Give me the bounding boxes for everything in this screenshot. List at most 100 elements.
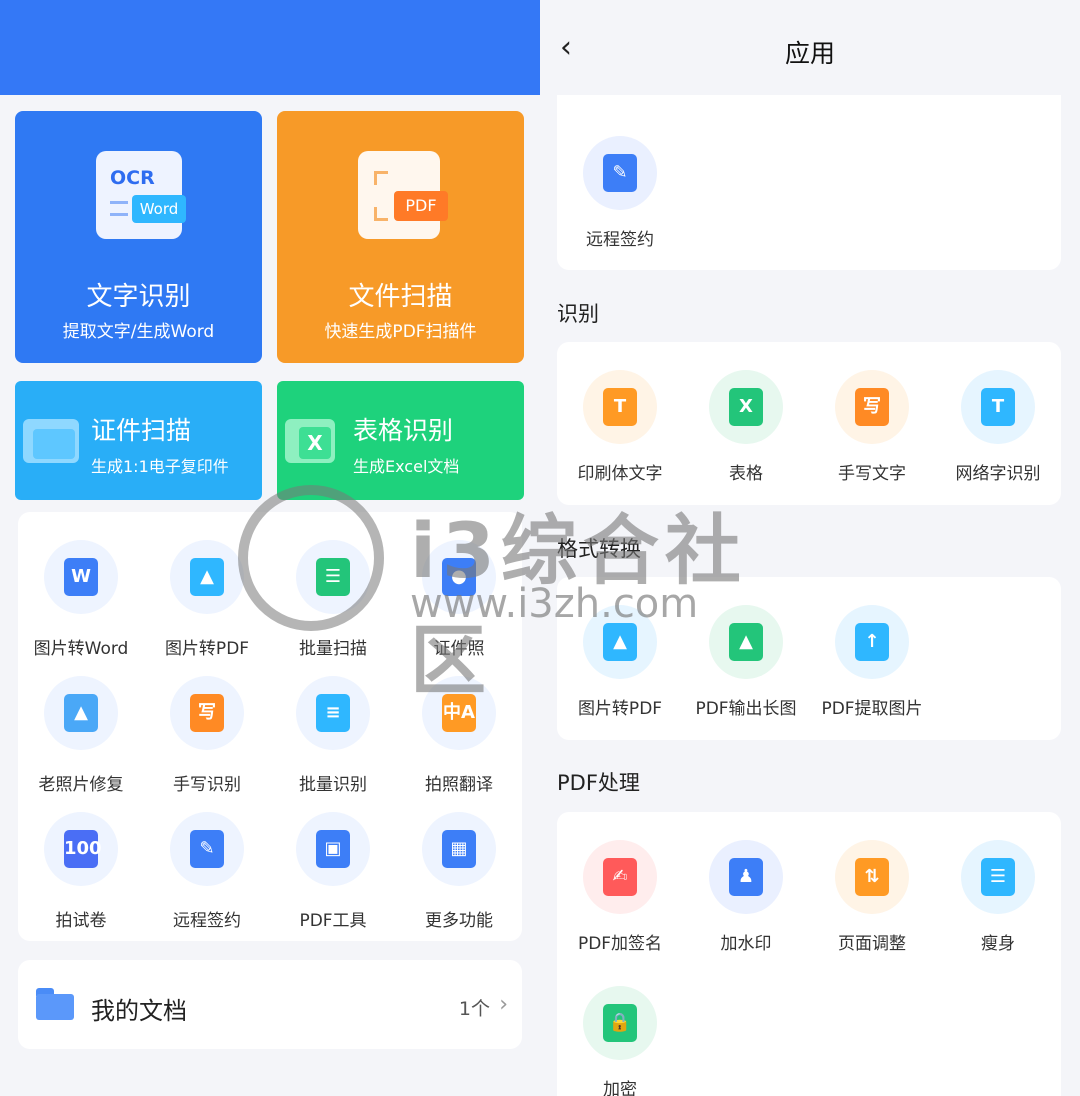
scan-card[interactable]: PDF 文件扫描 快速生成PDF扫描件 — [277, 111, 524, 363]
tool-icon: 100 — [44, 812, 118, 886]
app-icon: T — [583, 370, 657, 444]
app-icon: ✎ — [583, 136, 657, 210]
tool-label: PDF工具 — [299, 911, 367, 931]
app-icon-glyph: ♟ — [729, 858, 763, 896]
tool-item[interactable]: 100 拍试卷 — [18, 788, 144, 931]
section-card-conversion: ▲ 图片转PDF ▲ PDF输出长图 ↑ PDF提取图片 — [557, 577, 1061, 740]
nav-bar: ‹ 应用 — [540, 0, 1080, 95]
app-icon: ♟ — [709, 840, 783, 914]
app-label: 网络字识别 — [955, 464, 1041, 484]
app-item[interactable]: 写手写文字 — [809, 342, 935, 484]
tool-icon: ≡ — [296, 676, 370, 750]
app-label: 表格 — [729, 464, 763, 484]
app-icon: ↑ — [835, 605, 909, 679]
app-icon-glyph: 写 — [855, 388, 889, 426]
home-panel: OCR Word 文字识别 提取文字/生成Word PDF 文件扫描 快速生成P… — [0, 0, 540, 1096]
section-card-pdf: ✍ PDF加签名 ♟ 加水印 ⇅ 页面调整 ☰ 瘦身 🔒 加密 — [557, 812, 1061, 1096]
tool-icon: ▲ — [44, 676, 118, 750]
id-scan-card[interactable]: 证件扫描 生成1:1电子复印件 — [15, 381, 262, 500]
app-icon-glyph: ↑ — [855, 623, 889, 661]
ocr-word-icon: OCR Word — [96, 151, 186, 239]
my-documents-title: 我的文档 — [91, 997, 187, 1025]
app-item[interactable]: ✎ 远程签约 — [557, 108, 683, 250]
app-item[interactable]: T 网络字识别 — [935, 342, 1061, 484]
tool-icon-glyph: 中A — [442, 694, 476, 732]
app-icon: 🔒 — [583, 986, 657, 1060]
app-item[interactable]: ↑ PDF提取图片 — [809, 577, 935, 719]
tool-icon: ▣ — [296, 812, 370, 886]
page-title: 应用 — [784, 39, 835, 68]
tool-icon: 中A — [422, 676, 496, 750]
card-subtitle: 生成Excel文档 — [353, 457, 460, 476]
tool-icon-glyph: 100 — [64, 830, 102, 868]
app-item[interactable]: T 印刷体文字 — [557, 342, 683, 484]
table-ocr-card[interactable]: X 表格识别 生成Excel文档 — [277, 381, 524, 500]
app-label: 瘦身 — [981, 934, 1015, 954]
tool-item[interactable]: ▦ 更多功能 — [396, 788, 522, 931]
app-icon-glyph: X — [729, 388, 763, 426]
app-screen: OCR Word 文字识别 提取文字/生成Word PDF 文件扫描 快速生成P… — [0, 0, 1080, 1096]
app-item[interactable]: ▲ 图片转PDF — [557, 577, 683, 719]
app-label: PDF加签名 — [577, 934, 663, 954]
tool-label: 更多功能 — [425, 911, 493, 931]
app-item[interactable]: ✍ PDF加签名 — [557, 812, 683, 954]
apps-panel: 老照片修复拍照翻译拍照识物拍试卷✎远程签约 ‹ 应用 识别 T印刷体文字X表格写… — [540, 0, 1080, 1096]
app-icon: 写 — [835, 370, 909, 444]
tool-item[interactable]: W 图片转Word — [18, 516, 144, 659]
app-icon: ✍ — [583, 840, 657, 914]
tool-item[interactable]: ≡ 批量识别 — [270, 652, 396, 795]
tool-item[interactable]: ▲ 图片转PDF — [144, 516, 270, 659]
tool-label: 拍试卷 — [55, 911, 107, 931]
app-item[interactable]: ☰ 瘦身 — [935, 812, 1061, 954]
app-icon: X — [709, 370, 783, 444]
tool-icon: ● — [422, 540, 496, 614]
app-item[interactable]: 🔒 加密 — [557, 958, 683, 1096]
my-documents-row[interactable]: 我的文档 1个 › — [18, 960, 522, 1049]
app-label: 图片转PDF — [577, 699, 663, 719]
app-label: 加水印 — [720, 934, 772, 954]
tool-grid: W 图片转Word ▲ 图片转PDF ☰ 批量扫描 ● 证件照 ▲ 老照片修复写手写识别 ≡ 批量识别… — [18, 512, 522, 941]
card-title: 证件扫描 — [91, 416, 192, 445]
app-icon: ☰ — [961, 840, 1035, 914]
tool-item[interactable]: ☰ 批量扫描 — [270, 516, 396, 659]
tool-icon-glyph: ▦ — [442, 830, 476, 868]
card-title: 表格识别 — [353, 416, 454, 445]
app-icon-glyph: ✍ — [603, 858, 637, 896]
pdf-scan-icon: PDF — [358, 151, 448, 239]
app-label: 加密 — [603, 1080, 637, 1096]
app-label: PDF输出长图 — [695, 699, 797, 719]
tool-item[interactable]: ▲ 老照片修复 — [18, 652, 144, 795]
tool-item[interactable]: 中A 拍照翻译 — [396, 652, 522, 795]
tool-icon-glyph: ▲ — [64, 694, 98, 732]
app-label: PDF提取图片 — [821, 699, 923, 719]
id-card-icon — [23, 419, 79, 463]
tool-icon-glyph: ● — [442, 558, 476, 596]
card-subtitle: 生成1:1电子复印件 — [91, 457, 229, 476]
app-icon-glyph: T — [603, 388, 637, 426]
excel-icon-glyph: X — [299, 427, 331, 459]
ocr-card[interactable]: OCR Word 文字识别 提取文字/生成Word — [15, 111, 262, 363]
app-icon-glyph: ☰ — [981, 858, 1015, 896]
app-item[interactable]: ▲ PDF输出长图 — [683, 577, 809, 719]
tool-icon-glyph: ▣ — [316, 830, 350, 868]
tool-icon-glyph: ☰ — [316, 558, 350, 596]
folder-icon — [36, 988, 74, 1020]
app-icon: ▲ — [583, 605, 657, 679]
app-item[interactable]: ♟ 加水印 — [683, 812, 809, 954]
app-icon-glyph: ▲ — [603, 623, 637, 661]
tool-item[interactable]: 写手写识别 — [144, 652, 270, 795]
chevron-right-icon: › — [499, 992, 508, 1017]
app-item[interactable]: ⇅ 页面调整 — [809, 812, 935, 954]
tool-item[interactable]: ✎ 远程签约 — [144, 788, 270, 931]
tool-item[interactable]: ▣ PDF工具 — [270, 788, 396, 931]
app-icon-glyph: ▲ — [729, 623, 763, 661]
app-icon-glyph: ✎ — [603, 154, 637, 192]
tool-label: 远程签约 — [173, 911, 241, 931]
app-icon: ⇅ — [835, 840, 909, 914]
app-item[interactable]: X 表格 — [683, 342, 809, 484]
section-title-recognition: 识别 — [557, 302, 599, 326]
app-label: 远程签约 — [586, 230, 654, 250]
tool-icon: ✎ — [170, 812, 244, 886]
tool-item[interactable]: ● 证件照 — [396, 516, 522, 659]
section-title-conversion: 格式转换 — [557, 537, 641, 561]
